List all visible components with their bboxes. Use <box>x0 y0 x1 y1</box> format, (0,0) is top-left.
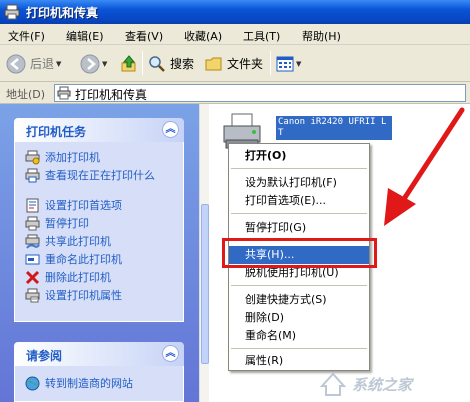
menu-separator <box>231 348 367 349</box>
menu-tools[interactable]: 工具(T) <box>243 28 280 44</box>
menu-separator <box>231 213 367 214</box>
task-label: 重命名此打印机 <box>45 253 122 266</box>
task-label: 添加打印机 <box>45 151 100 164</box>
watermark: 系统之家 <box>318 368 468 400</box>
search-label: 搜索 <box>170 57 195 71</box>
task-label: 暂停打印 <box>45 217 89 230</box>
printer-properties-icon <box>25 288 40 303</box>
up-folder-icon <box>121 54 136 71</box>
folders-button[interactable]: 文件夹 <box>205 51 263 76</box>
see-also-header[interactable]: 请参阅 ︽ <box>14 342 184 366</box>
toolbar: 后退 ▼ ▼ 搜索 文件夹 ▼ <box>0 45 470 82</box>
watermark-logo-icon <box>319 372 347 396</box>
printer-folder-icon <box>4 4 20 20</box>
task-label: 共享此打印机 <box>45 235 111 248</box>
back-arrow-icon <box>6 54 26 73</box>
collapse-icon[interactable]: ︽ <box>162 345 179 362</box>
folder-icon <box>205 57 222 70</box>
task-label: 转到制造商的网站 <box>45 377 133 390</box>
menu-help[interactable]: 帮助(H) <box>302 28 341 44</box>
printer-tasks-title: 打印机任务 <box>26 125 87 139</box>
explorer-window: 打印机和传真 文件(F) 编辑(E) 查看(V) 收藏(A) 工具(T) 帮助(… <box>0 0 470 402</box>
pause-printer-icon <box>25 216 40 231</box>
delete-icon <box>25 270 40 285</box>
address-value: 打印机和传真 <box>75 88 148 102</box>
toolbar-separator <box>270 51 271 75</box>
chevron-down-icon[interactable]: ▼ <box>56 60 61 68</box>
menu-item-create-shortcut[interactable]: 创建快捷方式(S) <box>229 291 369 309</box>
collapse-icon[interactable]: ︽ <box>162 121 179 138</box>
menu-item-open[interactable]: 打开(O) <box>229 147 369 165</box>
task-label: 查看现在正在打印什么 <box>45 169 155 182</box>
title-bar[interactable]: 打印机和传真 <box>0 0 470 24</box>
menu-separator <box>231 285 367 286</box>
search-button[interactable]: 搜索 <box>148 51 194 76</box>
back-label: 后退 <box>30 57 55 71</box>
menu-bar: 文件(F) 编辑(E) 查看(V) 收藏(A) 工具(T) 帮助(H) <box>0 24 470 45</box>
printer-folder-icon <box>57 86 71 100</box>
globe-icon <box>25 376 40 391</box>
task-label: 删除此打印机 <box>45 271 111 284</box>
menu-favorites[interactable]: 收藏(A) <box>184 28 222 44</box>
menu-view[interactable]: 查看(V) <box>125 28 163 44</box>
address-bar: 地址(D) 打印机和传真 <box>0 82 470 104</box>
window-title: 打印机和传真 <box>26 6 99 20</box>
back-button[interactable]: 后退 ▼ <box>6 51 61 76</box>
watermark-text: 系统之家 <box>352 376 413 394</box>
printer-tasks-panel: 添加打印机 查看现在正在打印什么 设置打印首选项 暂停打印 共享此打印机 重命名… <box>14 142 184 322</box>
up-folder-button[interactable] <box>119 51 139 76</box>
task-label: 设置打印首选项 <box>45 199 122 212</box>
annotation-highlight-box <box>222 238 377 268</box>
views-button[interactable]: ▼ <box>276 51 301 76</box>
view-queue-icon <box>25 168 40 183</box>
forward-arrow-icon <box>80 54 100 73</box>
task-label: 设置打印机属性 <box>45 289 122 302</box>
add-printer-icon <box>25 150 40 165</box>
folders-label: 文件夹 <box>227 57 264 71</box>
annotation-arrow-icon <box>384 107 465 226</box>
menu-file[interactable]: 文件(F) <box>8 28 45 44</box>
see-also-title: 请参阅 <box>26 349 63 363</box>
address-label: 地址(D) <box>6 88 46 101</box>
menu-item-rename[interactable]: 重命名(M) <box>229 327 369 345</box>
printer-prefs-icon <box>26 198 39 213</box>
see-also-panel: 转到制造商的网站 <box>14 366 184 402</box>
forward-button[interactable]: ▼ <box>80 51 107 76</box>
menu-item-preferences[interactable]: 打印首选项(E)... <box>229 192 369 210</box>
task-pane: 打印机任务 ︽ 添加打印机 查看现在正在打印什么 设置打印首选项 暂停打印 共享… <box>0 104 208 402</box>
chevron-down-icon[interactable]: ▼ <box>102 60 107 68</box>
chevron-down-icon[interactable]: ▼ <box>296 60 301 68</box>
rename-printer-icon <box>25 254 40 265</box>
toolbar-separator <box>142 51 143 75</box>
menu-edit[interactable]: 编辑(E) <box>66 28 104 44</box>
menu-separator <box>231 168 367 169</box>
task-pane-scrollbar[interactable] <box>199 104 209 402</box>
printer-tasks-header[interactable]: 打印机任务 ︽ <box>14 118 184 142</box>
menu-item-pause[interactable]: 暂停打印(G) <box>229 219 369 237</box>
scrollbar-thumb[interactable] <box>201 204 209 364</box>
views-icon <box>276 56 294 71</box>
address-field[interactable]: 打印机和传真 <box>54 84 466 102</box>
menu-item-set-default[interactable]: 设为默认打印机(F) <box>229 174 369 192</box>
search-icon <box>149 55 165 72</box>
menu-item-delete[interactable]: 删除(D) <box>229 309 369 327</box>
share-printer-icon <box>25 234 40 249</box>
